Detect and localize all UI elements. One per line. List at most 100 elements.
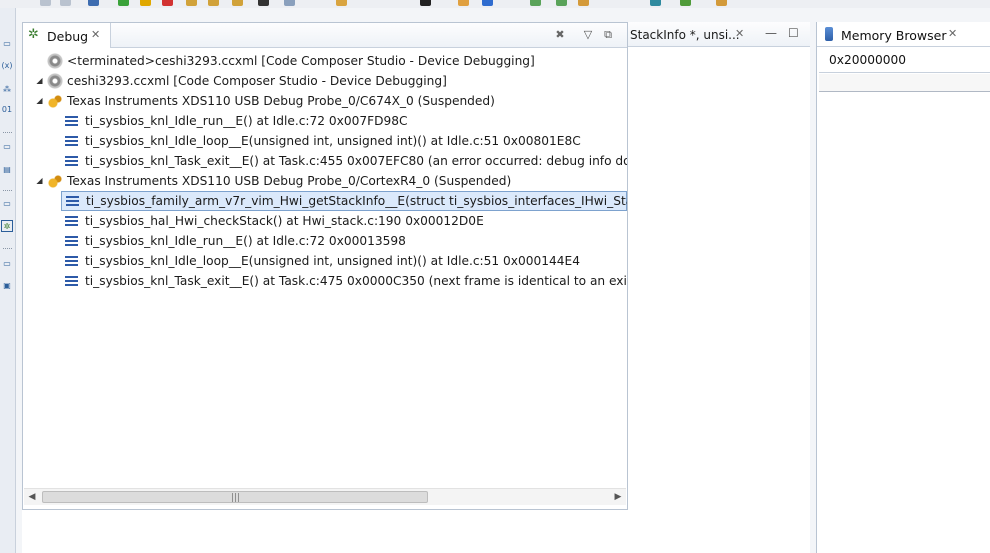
toolbar-step-over-icon[interactable] [208,0,219,6]
trim-debug-icon[interactable]: ✲ [1,220,13,232]
tree-row[interactable]: ◢ ceshi3293.ccxml [Code Composer Studio -… [23,71,627,91]
tree-row[interactable]: ti_sysbios_knl_Idle_loop__E(unsigned int… [23,251,627,271]
memory-icon [825,27,833,41]
editor-tabbar: StackInfo *, unsi... ✕ — ☐ [628,22,810,47]
trim-view2-icon[interactable]: ▭ [1,141,13,153]
toolbar-search-icon[interactable] [650,0,661,6]
tab-memory-browser[interactable]: Memory Browser [841,28,946,43]
toolbar-step-into-icon[interactable] [186,0,197,6]
tree-row[interactable]: ◢ Texas Instruments XDS110 USB Debug Prob… [23,91,627,111]
memory-table-header [819,74,990,92]
tree-row-label: ti_sysbios_knl_Idle_run__E() at Idle.c:7… [85,114,408,128]
toolbar-target-icon[interactable] [336,0,347,6]
trim-separator [3,190,12,191]
tree-row-label: ti_sysbios_knl_Idle_loop__E(unsigned int… [85,254,580,268]
debug-view: ✲ Debug ✕ ✖ ▽ ⧉ <terminated>ceshi3293.cc… [22,22,628,510]
tree-row-label: Texas Instruments XDS110 USB Debug Probe… [67,94,495,108]
toolbar-save-all-icon[interactable] [60,0,71,6]
toolbar-suspend-icon[interactable] [140,0,151,6]
tree-row[interactable]: ti_sysbios_knl_Idle_loop__E(unsigned int… [23,131,627,151]
expand-toggle-icon[interactable]: ◢ [35,71,44,91]
view-menu-icon[interactable]: ▽ [581,28,595,42]
close-icon[interactable]: ✕ [91,28,100,41]
toolbar-chip-icon[interactable] [420,0,431,6]
toolbar-wrench-icon[interactable] [578,0,589,6]
tree-row[interactable]: ti_sysbios_knl_Idle_run__E() at Idle.c:7… [23,111,627,131]
editor-area [628,47,810,510]
toolbar-view-icon[interactable] [284,0,295,6]
toolbar-pen-icon[interactable] [716,0,727,6]
tree-row[interactable]: ◢ Texas Instruments XDS110 USB Debug Prob… [23,171,627,191]
close-icon[interactable]: ✕ [735,27,744,40]
close-icon[interactable]: ✕ [948,27,957,40]
scroll-right-icon[interactable]: ▶ [610,489,626,506]
bottom-panel-area [22,510,810,553]
launch-gear-icon [47,73,63,89]
trim-console-icon[interactable]: ▣ [1,280,13,292]
stack-frame-icon [66,196,79,206]
tab-stackinfo-label[interactable]: StackInfo *, unsi... [630,28,740,42]
stack-frame-icon [65,136,78,146]
toolbar-build2-icon[interactable] [556,0,567,6]
stack-frame-icon [65,156,78,166]
debug-probe-icon [47,173,63,189]
trim-view3-icon[interactable]: ▭ [1,198,13,210]
tree-row[interactable]: ti_sysbios_knl_Task_exit__E() at Task.c:… [23,271,627,291]
toolbar-save-icon[interactable] [40,0,51,6]
trim-view4-icon[interactable]: ▭ [1,258,13,270]
main-toolbar [0,0,990,8]
memory-table-body [819,93,990,553]
memory-address-input[interactable] [829,50,990,70]
toolbar-globe-icon[interactable] [482,0,493,6]
trim-separator [3,248,12,249]
toolbar-resume-icon[interactable] [118,0,129,6]
tree-row[interactable]: ti_sysbios_knl_Task_exit__E() at Task.c:… [23,151,627,171]
toolbar-terminate-icon[interactable] [162,0,173,6]
toolbar-tool-icon[interactable] [458,0,469,6]
tab-debug[interactable]: ✲ Debug ✕ [23,23,111,48]
maximize-icon[interactable]: ☐ [788,26,799,40]
tree-row-label: ti_sysbios_hal_Hwi_checkStack() at Hwi_s… [85,214,484,228]
debug-probe-icon [47,93,63,109]
trim-registers-icon[interactable]: 01 [1,104,13,116]
toolbar-bug-icon[interactable] [680,0,691,6]
toolbar-memory-icon[interactable] [258,0,269,6]
scrollbar-thumb[interactable]: ||| [42,491,428,503]
tree-row-label: ceshi3293.ccxml [Code Composer Studio - … [67,74,447,88]
tree-row-label: ti_sysbios_knl_Task_exit__E() at Task.c:… [85,274,627,288]
left-trim-bar: ▭ (x) ⁂ 01 ▭ ▤ ▭ ✲ ▭ ▣ [0,8,16,553]
debug-view-tabbar: ✲ Debug ✕ ✖ ▽ ⧉ [23,23,627,48]
tree-row[interactable]: ti_sysbios_family_arm_v7r_vim_Hwi_getSta… [61,191,627,211]
toolbar-debug-icon[interactable] [88,0,99,6]
trim-disassembly-icon[interactable]: ▤ [1,164,13,176]
stack-frame-icon [65,236,78,246]
minimize-icon[interactable]: — [765,26,777,40]
tree-row-label: Texas Instruments XDS110 USB Debug Probe… [67,174,512,188]
tree-row-label: ti_sysbios_knl_Task_exit__E() at Task.c:… [85,154,627,168]
toolbar-step-return-icon[interactable] [232,0,243,6]
stack-frame-icon [65,276,78,286]
trim-variables-icon[interactable]: (x) [1,60,13,72]
trim-separator [3,132,12,133]
tree-row[interactable]: ti_sysbios_hal_Hwi_checkStack() at Hwi_s… [23,211,627,231]
stack-frame-icon [65,256,78,266]
debug-bug-icon: ✲ [28,27,39,42]
horizontal-scrollbar[interactable]: ◀ ||| ▶ [24,488,626,505]
divider [819,72,990,73]
stack-frame-icon [65,216,78,226]
trim-expressions-icon[interactable]: ⁂ [1,84,13,96]
tree-row-label: <terminated>ceshi3293.ccxml [Code Compos… [67,54,535,68]
expand-toggle-icon[interactable]: ◢ [35,171,44,191]
remove-all-terminated-icon[interactable]: ✖ [553,28,567,42]
tree-row-label: ti_sysbios_knl_Idle_loop__E(unsigned int… [85,134,581,148]
tree-row-label: ti_sysbios_family_arm_v7r_vim_Hwi_getSta… [86,194,627,208]
tree-row[interactable]: <terminated>ceshi3293.ccxml [Code Compos… [23,51,627,71]
launch-gear-icon [47,53,63,69]
scrollbar-grip-icon: ||| [231,493,241,503]
restore-icon[interactable]: ⧉ [601,28,615,42]
expand-toggle-icon[interactable]: ◢ [35,91,44,111]
trim-view-icon[interactable]: ▭ [1,38,13,50]
tree-row[interactable]: ti_sysbios_knl_Idle_run__E() at Idle.c:7… [23,231,627,251]
scroll-left-icon[interactable]: ◀ [24,489,40,506]
toolbar-build-icon[interactable] [530,0,541,6]
